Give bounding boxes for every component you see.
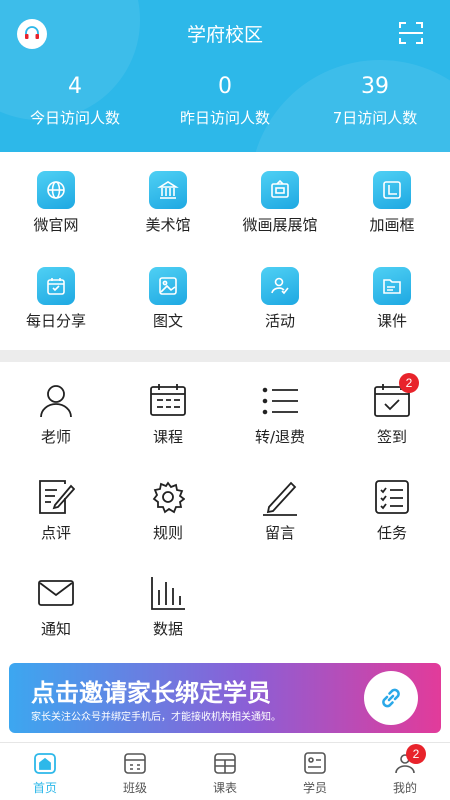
manage-notice[interactable]: 通知: [0, 554, 112, 650]
frame-icon: [373, 171, 411, 209]
feature-gallery[interactable]: 美术馆: [112, 152, 224, 248]
gear-icon: [149, 478, 187, 516]
section-divider: [0, 350, 450, 362]
manage-label: 点评: [40, 524, 71, 542]
manage-label: 转/退费: [254, 428, 306, 446]
manage-label: 课程: [152, 428, 183, 446]
manage-tasks[interactable]: 任务: [336, 458, 448, 554]
calendar-check-icon: 2: [373, 373, 419, 420]
feature-activity[interactable]: 活动: [224, 248, 336, 344]
manage-review[interactable]: 点评: [0, 458, 112, 554]
student-icon: [303, 751, 327, 775]
feature-courseware[interactable]: 课件: [336, 248, 448, 344]
schedule-icon: [213, 751, 237, 775]
checklist-icon: [373, 478, 411, 516]
list-icon: [261, 382, 299, 420]
profile-badge: 2: [406, 744, 426, 764]
scan-icon[interactable]: [398, 20, 424, 46]
bar-chart-icon: [149, 574, 187, 612]
banner-subtitle: 家长关注公众号并绑定手机后，才能接收机构相关通知。: [31, 712, 281, 723]
manage-label: 任务: [376, 524, 407, 542]
manage-message[interactable]: 留言: [224, 458, 336, 554]
visit-stats: 4 今日访问人数 0 昨日访问人数 39 7日访问人数: [0, 72, 450, 136]
invite-parents-banner[interactable]: 点击邀请家长绑定学员 家长关注公众号并绑定手机后，才能接收机构相关通知。: [9, 663, 441, 733]
easel-icon: [261, 171, 299, 209]
feature-label: 图文: [152, 312, 183, 330]
stat-value: 39: [361, 74, 389, 99]
manage-checkin[interactable]: 2 签到: [336, 362, 448, 458]
feature-daily-share[interactable]: 每日分享: [0, 248, 112, 344]
feature-grid: 微官网 美术馆 微画展展馆 加画框 每日分享 图文 活动 课件: [0, 152, 450, 350]
feature-label: 加画框: [369, 216, 415, 234]
folder-icon: [373, 267, 411, 305]
tab-label: 班级: [122, 781, 147, 795]
stat-value: 0: [218, 74, 232, 99]
tab-label: 我的: [392, 781, 417, 795]
manage-label: 签到: [376, 428, 407, 446]
feature-label: 每日分享: [25, 312, 86, 330]
stat-yesterday[interactable]: 0 昨日访问人数: [150, 72, 300, 130]
manage-label: 老师: [40, 428, 71, 446]
calendar-icon: [37, 267, 75, 305]
manage-label: 通知: [40, 620, 71, 638]
checkin-badge: 2: [399, 373, 419, 393]
manage-refund[interactable]: 转/退费: [224, 362, 336, 458]
pen-icon: [261, 478, 299, 516]
feature-label: 美术馆: [145, 216, 191, 234]
user-check-icon: [261, 267, 299, 305]
person-icon: [37, 382, 75, 420]
stat-label: 昨日访问人数: [179, 109, 270, 127]
feature-label: 微画展展馆: [242, 216, 318, 234]
tab-label: 学员: [302, 781, 327, 795]
stat-label: 今日访问人数: [29, 109, 120, 127]
museum-icon: [149, 171, 187, 209]
class-icon: [123, 751, 147, 775]
feature-exhibition[interactable]: 微画展展馆: [224, 152, 336, 248]
banner-title: 点击邀请家长绑定学员: [31, 678, 271, 707]
header: 学府校区 4 今日访问人数 0 昨日访问人数 39 7日访问人数: [0, 0, 450, 152]
image-icon: [149, 267, 187, 305]
globe-icon: [37, 171, 75, 209]
manage-label: 留言: [264, 524, 295, 542]
mail-icon: [37, 574, 75, 612]
profile-icon: 2: [393, 744, 426, 775]
stat-value: 4: [68, 74, 82, 99]
link-icon[interactable]: [364, 671, 418, 725]
stat-label: 7日访问人数: [332, 109, 418, 127]
feature-label: 课件: [376, 312, 407, 330]
tab-home[interactable]: 首页: [0, 743, 90, 800]
manage-grid: 老师 课程 转/退费 2 签到 点评 规则 留言 任务 通知 数据: [0, 362, 450, 662]
tab-students[interactable]: 学员: [270, 743, 360, 800]
tab-schedule[interactable]: 课表: [180, 743, 270, 800]
feature-label: 活动: [264, 312, 295, 330]
stat-today[interactable]: 4 今日访问人数: [0, 72, 150, 130]
stat-7days[interactable]: 39 7日访问人数: [300, 72, 450, 130]
feature-article[interactable]: 图文: [112, 248, 224, 344]
manage-teacher[interactable]: 老师: [0, 362, 112, 458]
home-icon: [33, 751, 57, 775]
manage-rules[interactable]: 规则: [112, 458, 224, 554]
timetable-icon: [149, 382, 187, 420]
edit-document-icon: [37, 478, 75, 516]
manage-label: 规则: [152, 524, 183, 542]
feature-microsite[interactable]: 微官网: [0, 152, 112, 248]
tab-profile[interactable]: 2 我的: [360, 743, 450, 800]
bottom-tab-bar: 首页 班级 课表 学员 2 我的: [0, 742, 450, 800]
feature-frame[interactable]: 加画框: [336, 152, 448, 248]
feature-label: 微官网: [33, 216, 79, 234]
manage-course[interactable]: 课程: [112, 362, 224, 458]
page-title: 学府校区: [186, 24, 263, 46]
tab-label: 首页: [32, 781, 57, 795]
manage-data[interactable]: 数据: [112, 554, 224, 650]
tab-class[interactable]: 班级: [90, 743, 180, 800]
tab-label: 课表: [212, 781, 237, 795]
manage-label: 数据: [152, 620, 183, 638]
